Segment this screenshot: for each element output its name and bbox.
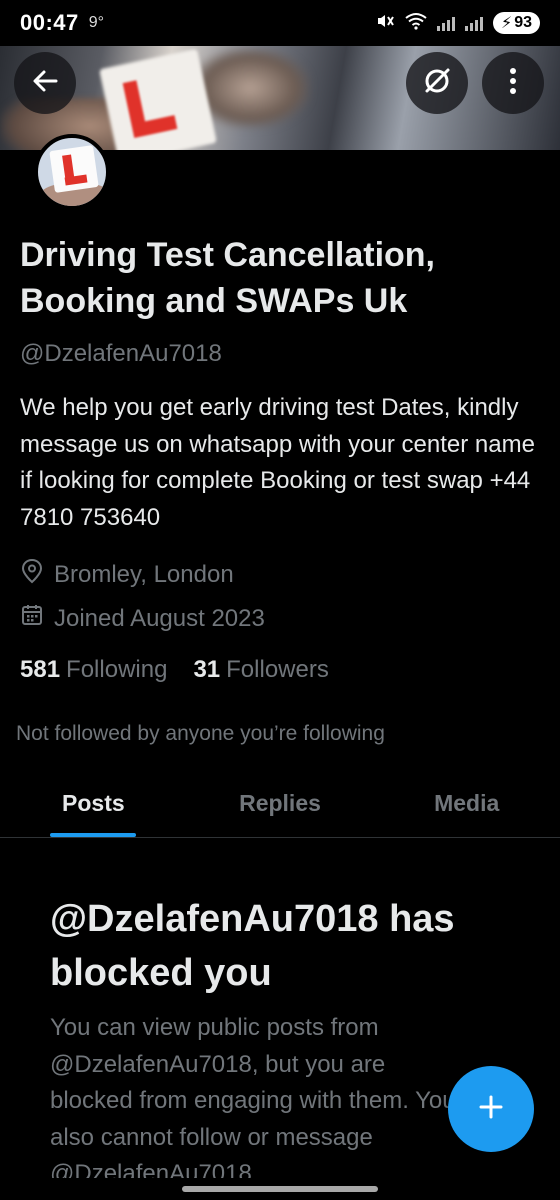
mute-icon (375, 11, 395, 36)
location-text: Bromley, London (54, 560, 234, 588)
profile-handle: @DzelafenAu7018 (20, 340, 222, 367)
signal-icon (436, 15, 455, 31)
avatar[interactable] (34, 134, 110, 210)
tab-media[interactable]: Media (373, 770, 560, 837)
following-link[interactable]: 581 Following (20, 656, 167, 684)
compose-button[interactable] (448, 1066, 534, 1152)
arrow-left-icon (30, 66, 60, 101)
follow-counts: 581 Following 31 Followers (20, 656, 329, 684)
grok-button[interactable] (406, 52, 468, 114)
home-indicator[interactable] (182, 1186, 378, 1192)
status-time: 00:47 (20, 10, 79, 35)
profile-tabs: Posts Replies Media (0, 770, 560, 838)
grok-icon (421, 65, 453, 102)
joined-row: Joined August 2023 (20, 603, 265, 634)
calendar-icon (20, 603, 44, 634)
tab-replies[interactable]: Replies (187, 770, 374, 837)
followers-label: Followers (226, 656, 329, 683)
not-followed-text: Not followed by anyone you’re following (16, 722, 385, 745)
wifi-icon (405, 12, 427, 35)
following-label: Following (66, 656, 168, 683)
status-bar: 00:47 9° ⚡ 93 (0, 0, 560, 46)
location-pin-icon (20, 558, 44, 591)
tab-media-label: Media (434, 790, 500, 816)
display-name: Driving Test Cancellation, Booking and S… (20, 236, 436, 320)
blocked-title: @DzelafenAu7018 has blocked you (50, 898, 455, 994)
plus-icon (476, 1092, 506, 1127)
battery-indicator: ⚡ 93 (492, 12, 540, 34)
followers-count: 31 (193, 656, 221, 683)
tab-posts-label: Posts (62, 790, 125, 816)
followers-link[interactable]: 31 Followers (193, 656, 328, 684)
location-row: Bromley, London (20, 558, 234, 591)
tab-active-indicator (50, 833, 137, 837)
back-button[interactable] (14, 52, 76, 114)
tab-replies-label: Replies (239, 790, 321, 816)
tab-posts[interactable]: Posts (0, 770, 187, 837)
more-vertical-icon (508, 66, 518, 101)
profile-bio: We help you get early driving test Dates… (20, 394, 535, 531)
battery-bolt-icon: ⚡ (500, 15, 513, 32)
battery-level: 93 (514, 14, 532, 31)
signal-icon-2 (464, 15, 483, 31)
joined-text: Joined August 2023 (54, 604, 265, 632)
status-temperature: 9° (88, 14, 105, 31)
profile-banner (0, 38, 560, 150)
blocked-text: You can view public posts from @Dzelafen… (50, 1014, 456, 1178)
more-button[interactable] (482, 52, 544, 114)
following-count: 581 (20, 656, 61, 683)
